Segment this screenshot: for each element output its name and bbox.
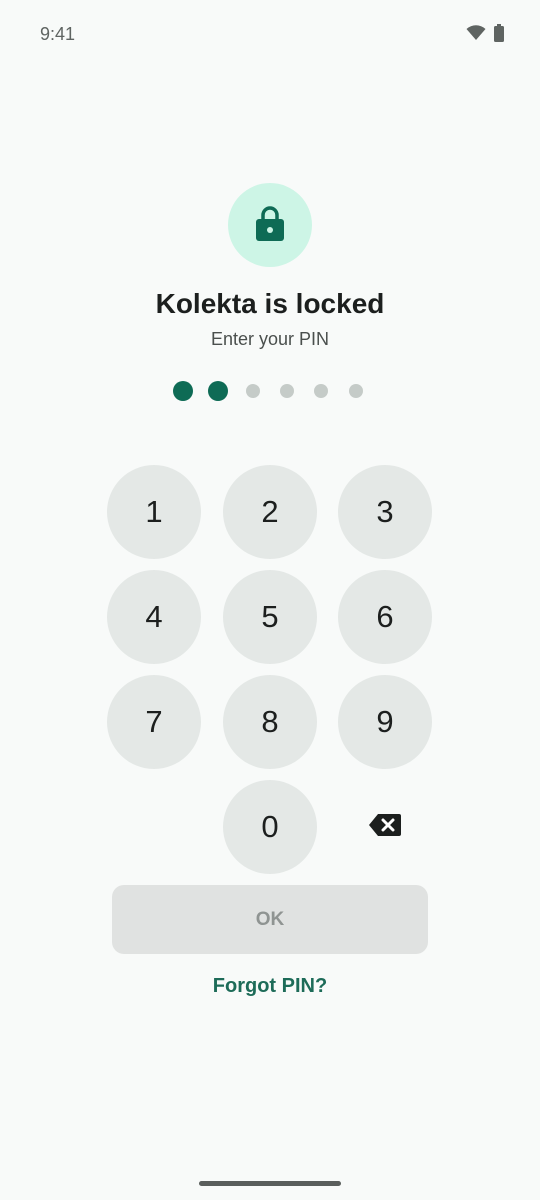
pin-dot-empty — [349, 384, 363, 398]
navigation-handle[interactable] — [199, 1181, 341, 1186]
status-time: 9:41 — [40, 24, 76, 44]
page-subtitle: Enter your PIN — [210, 329, 330, 349]
ok-button[interactable]: OK — [112, 885, 428, 954]
key-2[interactable]: 2 — [223, 465, 317, 559]
key-9[interactable]: 9 — [338, 675, 432, 769]
forgot-pin-link[interactable]: Forgot PIN? — [0, 975, 540, 998]
backspace-icon — [369, 813, 401, 841]
lock-badge — [228, 183, 312, 267]
pin-dot-empty — [314, 384, 328, 398]
key-4[interactable]: 4 — [107, 570, 201, 664]
key-1[interactable]: 1 — [107, 465, 201, 559]
page-title: Kolekta is locked — [155, 288, 385, 319]
pin-dot-filled — [173, 381, 193, 401]
key-5[interactable]: 5 — [223, 570, 317, 664]
wifi-icon — [466, 25, 486, 46]
status-icons — [466, 24, 504, 47]
status-bar: 9:41 — [0, 0, 540, 68]
lock-icon — [254, 205, 286, 246]
pin-dot-empty — [246, 384, 260, 398]
key-0[interactable]: 0 — [223, 780, 317, 874]
pin-indicator — [0, 381, 540, 401]
pin-dot-empty — [280, 384, 294, 398]
battery-icon — [494, 24, 504, 47]
pin-dot-filled — [208, 381, 228, 401]
key-8[interactable]: 8 — [223, 675, 317, 769]
key-6[interactable]: 6 — [338, 570, 432, 664]
backspace-button[interactable] — [338, 780, 432, 874]
key-3[interactable]: 3 — [338, 465, 432, 559]
key-7[interactable]: 7 — [107, 675, 201, 769]
